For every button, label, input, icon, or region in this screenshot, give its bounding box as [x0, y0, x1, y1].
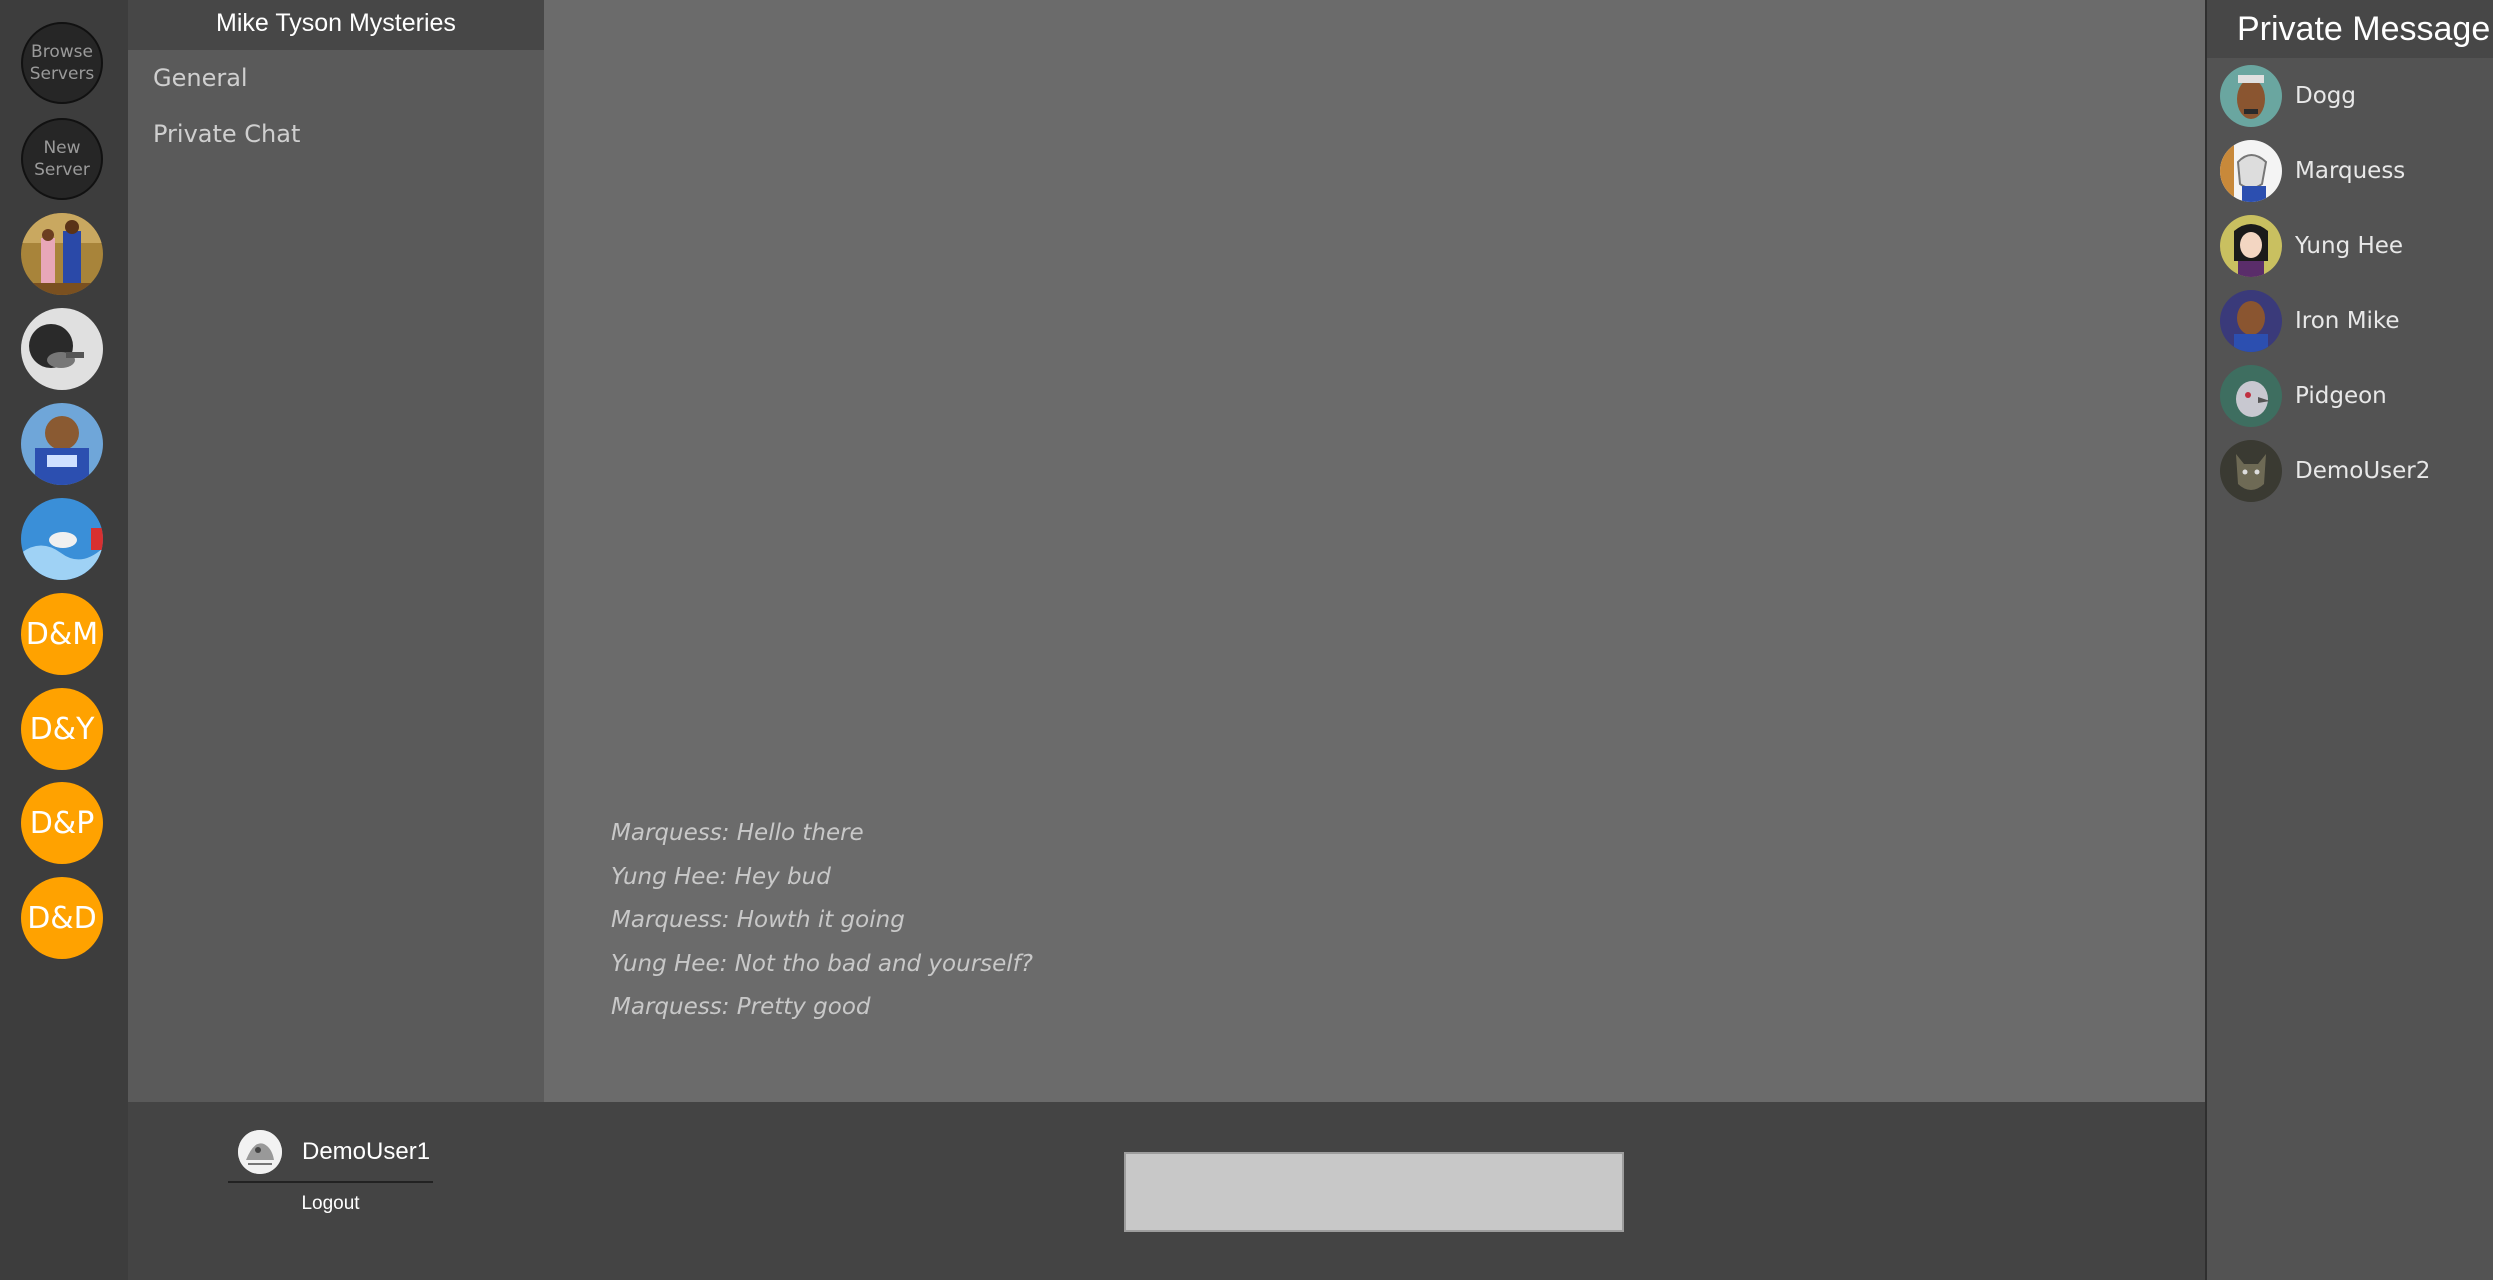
- pm-username: Marquess: [2295, 157, 2406, 184]
- new-server-button[interactable]: New Server: [21, 118, 103, 200]
- server-photo-icon: [21, 498, 103, 580]
- message-list: Marquess: Hello there Yung Hee: Hey bud …: [611, 815, 1033, 1033]
- server-icon-photo-1[interactable]: [21, 213, 103, 295]
- pm-username: DemoUser2: [2295, 457, 2431, 484]
- bottom-bar: DemoUser1 Logout: [128, 1102, 2205, 1280]
- pm-username: Iron Mike: [2295, 307, 2400, 334]
- server-icon-photo-3[interactable]: [21, 403, 103, 485]
- avatar-icon: [238, 1130, 282, 1174]
- server-photo-icon: [21, 213, 103, 295]
- message-input[interactable]: [1124, 1152, 1624, 1232]
- message: Yung Hee: Hey bud: [611, 863, 831, 890]
- pm-user-dogg[interactable]: Dogg: [2207, 58, 2493, 133]
- message: Marquess: Pretty good: [611, 994, 871, 1020]
- channel-private-chat[interactable]: Private Chat: [153, 106, 544, 162]
- user-panel: DemoUser1 Logout: [228, 1128, 438, 1215]
- browse-servers-button[interactable]: Browse Servers: [21, 22, 103, 104]
- private-message-title: Private Message:: [2207, 0, 2493, 58]
- server-dp-button[interactable]: D&P: [21, 782, 103, 864]
- message: Marquess: Hello there: [611, 820, 864, 846]
- channel-general[interactable]: General: [153, 50, 544, 106]
- server-title: Mike Tyson Mysteries: [128, 0, 544, 50]
- pm-user-pidgeon[interactable]: Pidgeon: [2207, 358, 2493, 433]
- avatar: [2220, 64, 2282, 127]
- pm-user-yung-hee[interactable]: Yung Hee: [2207, 208, 2493, 283]
- divider: [228, 1181, 433, 1183]
- channel-panel: Mike Tyson Mysteries General Private Cha…: [128, 0, 544, 1107]
- pm-user-iron-mike[interactable]: Iron Mike: [2207, 283, 2493, 358]
- pm-user-demouser2[interactable]: DemoUser2: [2207, 433, 2493, 508]
- avatar: [2220, 289, 2282, 352]
- username: DemoUser1: [302, 1138, 431, 1165]
- avatar: [2220, 439, 2282, 502]
- private-message-panel: Private Message: Dogg Marquess Yung Hee …: [2205, 0, 2493, 1280]
- user-avatar: [238, 1130, 282, 1174]
- server-icon-photo-4[interactable]: [21, 498, 103, 580]
- avatar: [2220, 214, 2282, 277]
- pm-username: Yung Hee: [2295, 232, 2404, 259]
- server-icon-photo-2[interactable]: [21, 308, 103, 390]
- server-rail: Browse Servers New Server D&M D&Y D&P D&…: [0, 0, 128, 1280]
- server-photo-icon: [21, 403, 103, 485]
- pm-user-marquess[interactable]: Marquess: [2207, 133, 2493, 208]
- pm-username: Dogg: [2295, 82, 2356, 109]
- server-dd-button[interactable]: D&D: [21, 877, 103, 959]
- avatar: [2220, 364, 2282, 427]
- pm-username: Pidgeon: [2295, 382, 2387, 409]
- server-dy-button[interactable]: D&Y: [21, 688, 103, 770]
- logout-button[interactable]: Logout: [228, 1193, 433, 1215]
- server-photo-icon: [21, 308, 103, 390]
- message: Yung Hee: Not tho bad and yourself?: [611, 950, 1033, 977]
- message: Marquess: Howth it going: [611, 907, 905, 933]
- avatar: [2220, 139, 2282, 202]
- server-dm-button[interactable]: D&M: [21, 593, 103, 675]
